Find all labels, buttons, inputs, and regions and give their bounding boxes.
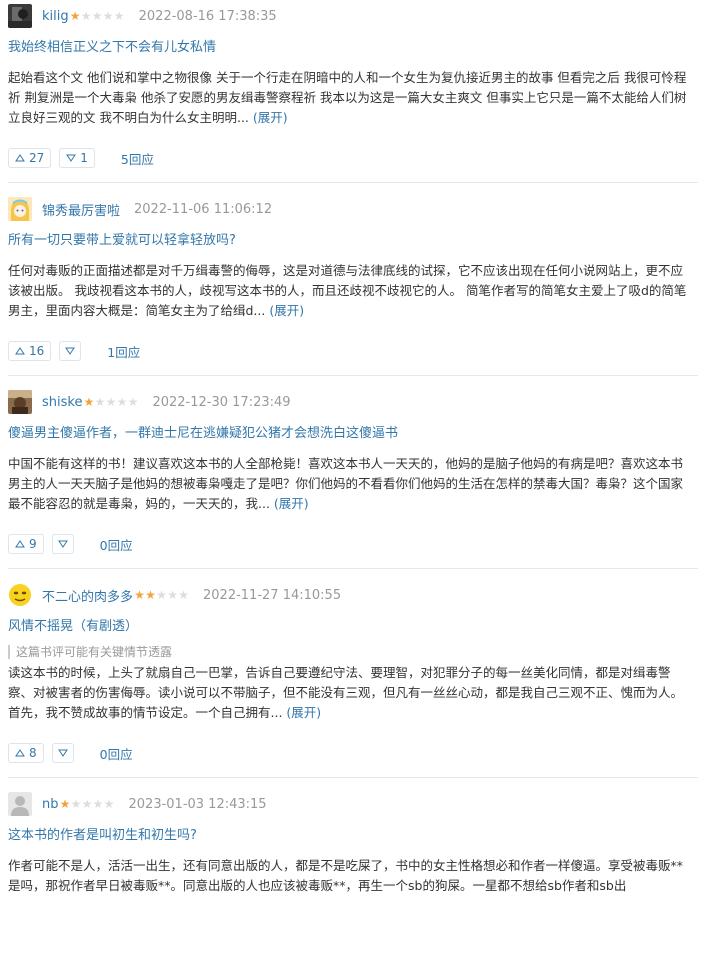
star-icon: ★ [178, 588, 189, 602]
review-excerpt: 起始看这个文 他们说和掌中之物很像 关于一个行走在阴暗中的人和一个女生为复仇接近… [8, 70, 687, 125]
review-item: shiske ★ ★ ★ ★ ★ 2022-12-30 17:23:49 傻逼男主傻逼作… [8, 376, 698, 569]
star-icon: ★ [134, 588, 145, 602]
reply-link[interactable]: 0回应 [100, 535, 133, 554]
expand-link[interactable]: (展开) [269, 303, 304, 318]
review-body: 作者可能不是人，活活一出生，还有同意出版的人，都是不是吃屎了，书中的女主性格想必… [8, 856, 688, 896]
star-icon: ★ [145, 588, 156, 602]
downvote-button[interactable] [51, 534, 74, 554]
review-body: 起始看这个文 他们说和掌中之物很像 关于一个行走在阴暗中的人和一个女生为复仇接近… [8, 68, 688, 128]
review-title[interactable]: 傻逼男主傻逼作者，一群迪士尼在逃嫌疑犯公猪才会想洗白这傻逼书 [8, 424, 698, 444]
review-item: nb ★ ★ ★ ★ ★ 2023-01-03 12:43:15 这本书的作者是叫初生和… [8, 778, 698, 910]
spoiler-warning: 这篇书评可能有关键情节透露 [8, 645, 698, 659]
star-icon: ★ [92, 797, 104, 811]
star-icon: ★ [70, 797, 82, 811]
triangle-down-icon [57, 749, 68, 757]
reply-link[interactable]: 1回应 [107, 342, 140, 361]
review-meta: 锦秀最厉害啦 2022-11-06 11:06:12 [8, 197, 698, 221]
username[interactable]: 不二心的肉多多 [42, 586, 133, 605]
upvote-count: 8 [29, 746, 37, 760]
review-actions: 8 0回应 [8, 743, 698, 763]
triangle-down-icon [57, 540, 68, 548]
avatar[interactable] [8, 4, 32, 28]
triangle-down-icon [65, 347, 76, 355]
star-icon: ★ [102, 9, 114, 23]
avatar[interactable] [8, 583, 32, 607]
downvote-count: 1 [80, 151, 88, 165]
star-icon: ★ [105, 395, 117, 409]
review-excerpt: 任何对毒贩的正面描述都是对千万缉毒警的侮辱，这是对道德与法律底线的试探，它不应该… [8, 263, 687, 318]
downvote-button[interactable] [51, 743, 74, 763]
upvote-button[interactable]: 16 [8, 341, 52, 361]
review-date: 2022-11-06 11:06:12 [134, 201, 273, 217]
star-icon: ★ [91, 9, 103, 23]
star-icon: ★ [113, 9, 125, 23]
review-title[interactable]: 这本书的作者是叫初生和初生吗? [8, 826, 698, 846]
star-icon: ★ [103, 797, 115, 811]
star-icon: ★ [116, 395, 128, 409]
review-title[interactable]: 所有一切只要带上爱就可以轻拿轻放吗? [8, 231, 698, 251]
reply-link[interactable]: 0回应 [100, 744, 133, 763]
expand-link[interactable]: (展开) [274, 496, 309, 511]
username[interactable]: shiske [42, 395, 82, 410]
review-title[interactable]: 我始终相信正义之下不会有儿女私情 [8, 38, 698, 58]
review-meta: shiske ★ ★ ★ ★ ★ 2022-12-30 17:23:49 [8, 390, 698, 414]
star-icon: ★ [81, 797, 93, 811]
triangle-up-icon [15, 347, 25, 355]
upvote-count: 16 [29, 344, 45, 358]
star-icon: ★ [94, 395, 106, 409]
review-excerpt: 读这本书的时候，上头了就扇自己一巴掌，告诉自己要遵纪守法、要理智，对犯罪分子的每… [8, 665, 684, 720]
review-excerpt: 中国不能有这样的书！建议喜欢这本书的人全部枪毙！喜欢这本书人一天天的，他妈的是脑… [8, 456, 684, 511]
review-meta: kilig ★ ★ ★ ★ ★ 2022-08-16 17:38:35 [8, 4, 698, 28]
avatar[interactable] [8, 792, 32, 816]
star-icon: ★ [156, 588, 167, 602]
downvote-button[interactable] [59, 341, 82, 361]
star-icon: ★ [127, 395, 139, 409]
triangle-down-icon [66, 154, 77, 162]
review-feed: kilig ★ ★ ★ ★ ★ 2022-08-16 17:38:35 我始终相信正义之… [0, 0, 706, 910]
upvote-count: 9 [29, 537, 37, 551]
rating-stars: ★ ★ ★ ★ ★ [70, 10, 125, 22]
username[interactable]: 锦秀最厉害啦 [42, 200, 120, 219]
review-body: 任何对毒贩的正面描述都是对千万缉毒警的侮辱，这是对道德与法律底线的试探，它不应该… [8, 261, 688, 321]
expand-link[interactable]: (展开) [253, 110, 288, 125]
star-icon: ★ [69, 9, 81, 23]
review-actions: 27 1 5回应 [8, 148, 698, 168]
review-meta: nb ★ ★ ★ ★ ★ 2023-01-03 12:43:15 [8, 792, 698, 816]
review-excerpt: 作者可能不是人，活活一出生，还有同意出版的人，都是不是吃屎了，书中的女主性格想必… [8, 858, 684, 893]
reply-link[interactable]: 5回应 [121, 149, 154, 168]
review-title[interactable]: 风情不摇晃（有剧透） [8, 617, 698, 637]
username[interactable]: nb [42, 797, 59, 812]
star-icon: ★ [83, 395, 95, 409]
upvote-count: 27 [29, 151, 45, 165]
review-body: 中国不能有这样的书！建议喜欢这本书的人全部枪毙！喜欢这本书人一天天的，他妈的是脑… [8, 454, 688, 514]
review-item: 不二心的肉多多 ★ ★ ★ ★ ★ 2022-11-27 14:10:55 风情不摇晃（… [8, 569, 698, 778]
star-icon: ★ [59, 797, 71, 811]
review-date: 2022-08-16 17:38:35 [138, 8, 277, 24]
review-body: 读这本书的时候，上头了就扇自己一巴掌，告诉自己要遵纪守法、要理智，对犯罪分子的每… [8, 663, 688, 723]
username[interactable]: kilig [42, 9, 69, 24]
review-date: 2022-12-30 17:23:49 [152, 394, 291, 410]
review-date: 2022-11-27 14:10:55 [203, 587, 342, 603]
review-date: 2023-01-03 12:43:15 [128, 796, 267, 812]
review-item: kilig ★ ★ ★ ★ ★ 2022-08-16 17:38:35 我始终相信正义之… [8, 0, 698, 183]
star-icon: ★ [167, 588, 178, 602]
triangle-up-icon [15, 749, 25, 757]
expand-link[interactable]: (展开) [286, 705, 321, 720]
rating-stars: ★ ★ ★ ★ ★ [134, 589, 189, 601]
avatar[interactable] [8, 197, 32, 221]
review-actions: 16 1回应 [8, 341, 698, 361]
upvote-button[interactable]: 27 [8, 148, 52, 168]
rating-stars: ★ ★ ★ ★ ★ [60, 798, 115, 810]
upvote-button[interactable]: 9 [8, 534, 44, 554]
upvote-button[interactable]: 8 [8, 743, 44, 763]
review-meta: 不二心的肉多多 ★ ★ ★ ★ ★ 2022-11-27 14:10:55 [8, 583, 698, 607]
review-actions: 9 0回应 [8, 534, 698, 554]
downvote-button[interactable]: 1 [59, 148, 95, 168]
review-item: 锦秀最厉害啦 2022-11-06 11:06:12 所有一切只要带上爱就可以轻… [8, 183, 698, 376]
triangle-up-icon [15, 540, 25, 548]
avatar[interactable] [8, 390, 32, 414]
star-icon: ★ [80, 9, 92, 23]
rating-stars: ★ ★ ★ ★ ★ [83, 395, 139, 409]
triangle-up-icon [15, 154, 25, 162]
